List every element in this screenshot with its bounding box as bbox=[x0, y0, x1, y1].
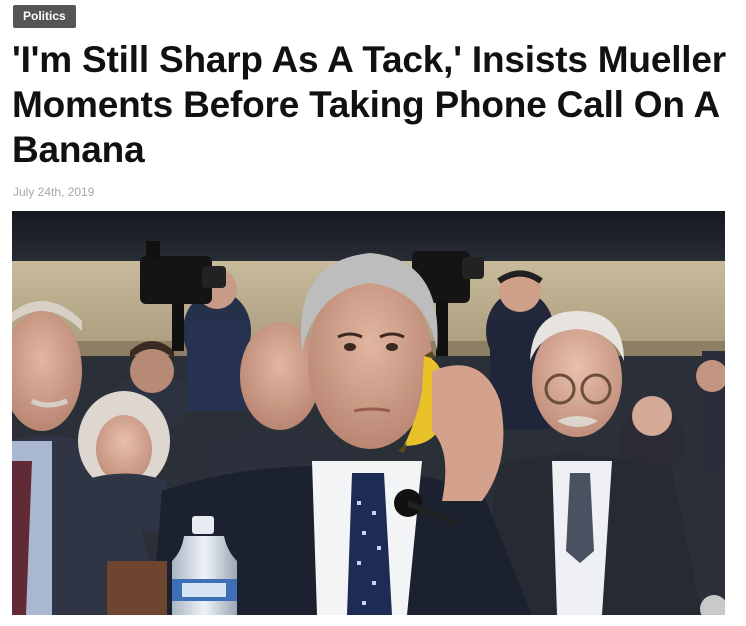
article-date: July 24th, 2019 bbox=[13, 185, 95, 199]
article-photo bbox=[12, 211, 725, 615]
desk bbox=[107, 561, 167, 615]
woman-left bbox=[78, 391, 170, 531]
article-headline: 'I'm Still Sharp As A Tack,' Insists Mue… bbox=[12, 39, 726, 170]
hearing-photo bbox=[12, 211, 725, 615]
category-tag[interactable]: Politics bbox=[13, 5, 76, 28]
